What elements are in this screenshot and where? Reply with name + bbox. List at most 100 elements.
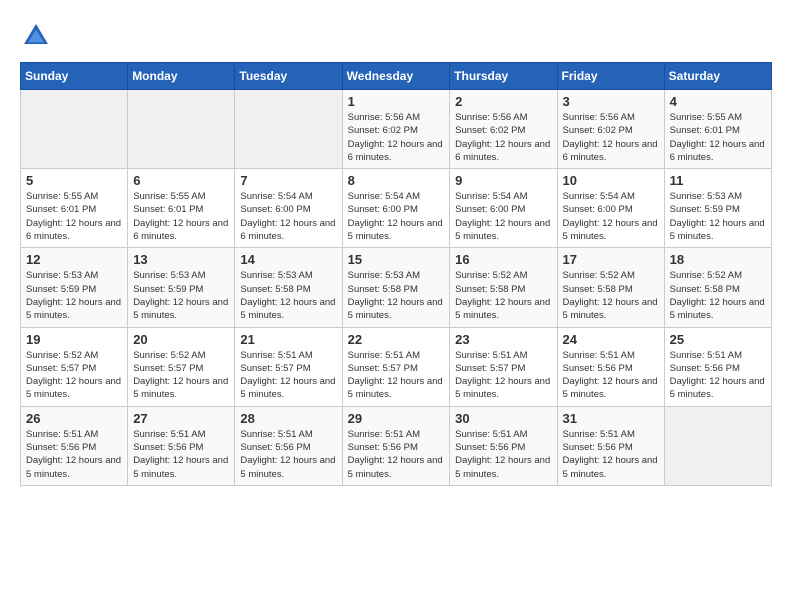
week-row-3: 19 Sunrise: 5:52 AM Sunset: 5:57 PM Dayli… <box>21 327 772 406</box>
calendar-cell: 6 Sunrise: 5:55 AM Sunset: 6:01 PM Daylig… <box>128 169 235 248</box>
day-number: 14 <box>240 252 336 267</box>
calendar-cell: 10 Sunrise: 5:54 AM Sunset: 6:00 PM Dayli… <box>557 169 664 248</box>
weekday-header-saturday: Saturday <box>664 63 771 90</box>
day-number: 25 <box>670 332 766 347</box>
cell-info: Sunrise: 5:52 AM Sunset: 5:57 PM Dayligh… <box>133 349 229 402</box>
day-number: 23 <box>455 332 551 347</box>
day-number: 21 <box>240 332 336 347</box>
day-number: 4 <box>670 94 766 109</box>
calendar-cell: 20 Sunrise: 5:52 AM Sunset: 5:57 PM Dayli… <box>128 327 235 406</box>
calendar-cell: 18Sunrise: 5:52 AM Sunset: 5:58 PM Dayli… <box>664 248 771 327</box>
day-number: 17 <box>563 252 659 267</box>
calendar-cell: 29Sunrise: 5:51 AM Sunset: 5:56 PM Dayli… <box>342 406 450 485</box>
cell-info: Sunrise: 5:55 AM Sunset: 6:01 PM Dayligh… <box>133 190 229 243</box>
cell-info: Sunrise: 5:52 AM Sunset: 5:57 PM Dayligh… <box>26 349 122 402</box>
day-number: 11 <box>670 173 766 188</box>
day-number: 19 <box>26 332 122 347</box>
calendar-cell: 25 Sunrise: 5:51 AM Sunset: 5:56 PM Dayli… <box>664 327 771 406</box>
calendar-cell: 27 Sunrise: 5:51 AM Sunset: 5:56 PM Dayli… <box>128 406 235 485</box>
cell-info: Sunrise: 5:51 AM Sunset: 5:57 PM Dayligh… <box>240 349 336 402</box>
day-number: 5 <box>26 173 122 188</box>
day-number: 24 <box>563 332 659 347</box>
cell-info: Sunrise: 5:51 AM Sunset: 5:56 PM Dayligh… <box>455 428 551 481</box>
day-number: 8 <box>348 173 445 188</box>
calendar-cell <box>664 406 771 485</box>
cell-info: Sunrise: 5:51 AM Sunset: 5:56 PM Dayligh… <box>133 428 229 481</box>
week-row-1: 5 Sunrise: 5:55 AM Sunset: 6:01 PM Daylig… <box>21 169 772 248</box>
week-row-2: 12 Sunrise: 5:53 AM Sunset: 5:59 PM Dayli… <box>21 248 772 327</box>
week-row-4: 26 Sunrise: 5:51 AM Sunset: 5:56 PM Dayli… <box>21 406 772 485</box>
cell-info: Sunrise: 5:53 AM Sunset: 5:58 PM Dayligh… <box>348 269 445 322</box>
day-number: 9 <box>455 173 551 188</box>
calendar-table: SundayMondayTuesdayWednesdayThursdayFrid… <box>20 62 772 486</box>
calendar-cell <box>235 90 342 169</box>
weekday-header-thursday: Thursday <box>450 63 557 90</box>
calendar-cell <box>128 90 235 169</box>
calendar-cell: 4 Sunrise: 5:55 AM Sunset: 6:01 PM Daylig… <box>664 90 771 169</box>
calendar-cell: 21 Sunrise: 5:51 AM Sunset: 5:57 PM Dayli… <box>235 327 342 406</box>
weekday-header-sunday: Sunday <box>21 63 128 90</box>
calendar-cell: 17Sunrise: 5:52 AM Sunset: 5:58 PM Dayli… <box>557 248 664 327</box>
day-number: 1 <box>348 94 445 109</box>
day-number: 3 <box>563 94 659 109</box>
weekday-header-friday: Friday <box>557 63 664 90</box>
cell-info: Sunrise: 5:51 AM Sunset: 5:56 PM Dayligh… <box>563 349 659 402</box>
cell-info: Sunrise: 5:55 AM Sunset: 6:01 PM Dayligh… <box>670 111 766 164</box>
calendar-cell: 28 Sunrise: 5:51 AM Sunset: 5:56 PM Dayli… <box>235 406 342 485</box>
cell-info: Sunrise: 5:52 AM Sunset: 5:58 PM Dayligh… <box>670 269 766 322</box>
calendar-cell: 9Sunrise: 5:54 AM Sunset: 6:00 PM Daylig… <box>450 169 557 248</box>
cell-info: Sunrise: 5:54 AM Sunset: 6:00 PM Dayligh… <box>240 190 336 243</box>
calendar-cell: 23 Sunrise: 5:51 AM Sunset: 5:57 PM Dayli… <box>450 327 557 406</box>
calendar-cell: 8 Sunrise: 5:54 AM Sunset: 6:00 PM Daylig… <box>342 169 450 248</box>
weekday-header-wednesday: Wednesday <box>342 63 450 90</box>
day-number: 6 <box>133 173 229 188</box>
day-number: 2 <box>455 94 551 109</box>
day-number: 27 <box>133 411 229 426</box>
calendar-cell: 2 Sunrise: 5:56 AM Sunset: 6:02 PM Daylig… <box>450 90 557 169</box>
cell-info: Sunrise: 5:56 AM Sunset: 6:02 PM Dayligh… <box>455 111 551 164</box>
day-number: 22 <box>348 332 445 347</box>
cell-info: Sunrise: 5:54 AM Sunset: 6:00 PM Dayligh… <box>563 190 659 243</box>
cell-info: Sunrise: 5:54 AM Sunset: 6:00 PM Dayligh… <box>348 190 445 243</box>
calendar-cell: 31Sunrise: 5:51 AM Sunset: 5:56 PM Dayli… <box>557 406 664 485</box>
cell-info: Sunrise: 5:51 AM Sunset: 5:56 PM Dayligh… <box>670 349 766 402</box>
calendar-cell: 26 Sunrise: 5:51 AM Sunset: 5:56 PM Dayli… <box>21 406 128 485</box>
cell-info: Sunrise: 5:51 AM Sunset: 5:56 PM Dayligh… <box>240 428 336 481</box>
cell-info: Sunrise: 5:51 AM Sunset: 5:56 PM Dayligh… <box>563 428 659 481</box>
cell-info: Sunrise: 5:53 AM Sunset: 5:59 PM Dayligh… <box>26 269 122 322</box>
cell-info: Sunrise: 5:53 AM Sunset: 5:58 PM Dayligh… <box>240 269 336 322</box>
calendar-cell <box>21 90 128 169</box>
calendar-cell: 12 Sunrise: 5:53 AM Sunset: 5:59 PM Dayli… <box>21 248 128 327</box>
calendar-cell: 22Sunrise: 5:51 AM Sunset: 5:57 PM Dayli… <box>342 327 450 406</box>
day-number: 28 <box>240 411 336 426</box>
page-header <box>20 20 772 52</box>
weekday-header-row: SundayMondayTuesdayWednesdayThursdayFrid… <box>21 63 772 90</box>
cell-info: Sunrise: 5:51 AM Sunset: 5:57 PM Dayligh… <box>455 349 551 402</box>
day-number: 10 <box>563 173 659 188</box>
day-number: 15 <box>348 252 445 267</box>
day-number: 12 <box>26 252 122 267</box>
cell-info: Sunrise: 5:51 AM Sunset: 5:56 PM Dayligh… <box>348 428 445 481</box>
day-number: 7 <box>240 173 336 188</box>
calendar-cell: 19 Sunrise: 5:52 AM Sunset: 5:57 PM Dayli… <box>21 327 128 406</box>
calendar-cell: 13 Sunrise: 5:53 AM Sunset: 5:59 PM Dayli… <box>128 248 235 327</box>
logo-icon <box>20 20 52 52</box>
cell-info: Sunrise: 5:51 AM Sunset: 5:56 PM Dayligh… <box>26 428 122 481</box>
week-row-0: 1 Sunrise: 5:56 AM Sunset: 6:02 PM Daylig… <box>21 90 772 169</box>
calendar-cell: 14 Sunrise: 5:53 AM Sunset: 5:58 PM Dayli… <box>235 248 342 327</box>
calendar-cell: 7 Sunrise: 5:54 AM Sunset: 6:00 PM Daylig… <box>235 169 342 248</box>
day-number: 13 <box>133 252 229 267</box>
cell-info: Sunrise: 5:56 AM Sunset: 6:02 PM Dayligh… <box>348 111 445 164</box>
day-number: 16 <box>455 252 551 267</box>
day-number: 20 <box>133 332 229 347</box>
calendar-cell: 11 Sunrise: 5:53 AM Sunset: 5:59 PM Dayli… <box>664 169 771 248</box>
cell-info: Sunrise: 5:55 AM Sunset: 6:01 PM Dayligh… <box>26 190 122 243</box>
cell-info: Sunrise: 5:53 AM Sunset: 5:59 PM Dayligh… <box>670 190 766 243</box>
weekday-header-tuesday: Tuesday <box>235 63 342 90</box>
day-number: 26 <box>26 411 122 426</box>
weekday-header-monday: Monday <box>128 63 235 90</box>
calendar-cell: 24 Sunrise: 5:51 AM Sunset: 5:56 PM Dayli… <box>557 327 664 406</box>
calendar-cell: 16Sunrise: 5:52 AM Sunset: 5:58 PM Dayli… <box>450 248 557 327</box>
cell-info: Sunrise: 5:56 AM Sunset: 6:02 PM Dayligh… <box>563 111 659 164</box>
cell-info: Sunrise: 5:53 AM Sunset: 5:59 PM Dayligh… <box>133 269 229 322</box>
